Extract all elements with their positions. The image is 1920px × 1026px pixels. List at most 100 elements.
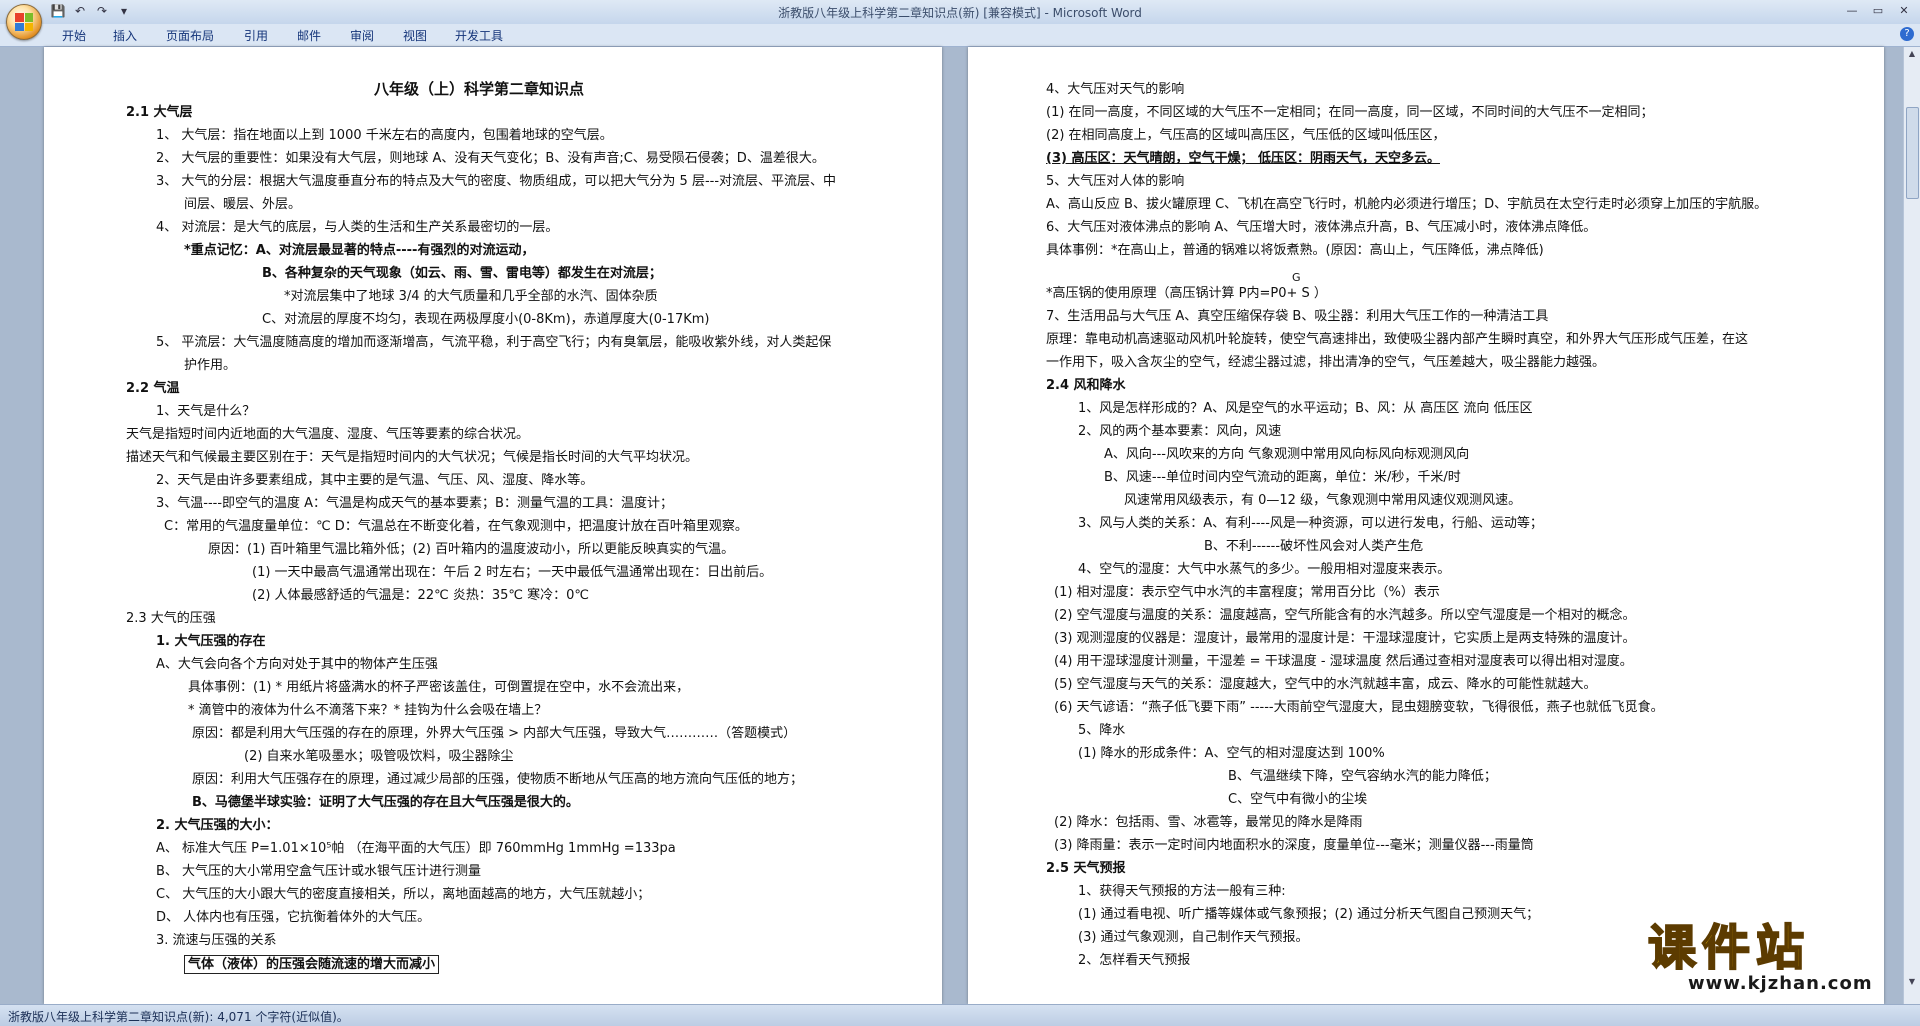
text-line: D、 人体内也有压强，它抗衡着体外的大气压。 [156, 910, 431, 925]
text-line: (2) 自来水笔吸墨水；吸管吸饮料，吸尘器除尘 [244, 749, 514, 764]
watermark-url: www.kjzhan.com [1688, 973, 1873, 994]
scroll-thumb[interactable] [1906, 107, 1919, 199]
tab-developer[interactable]: 开发工具 [455, 27, 503, 44]
tab-view[interactable]: 视图 [403, 27, 427, 44]
document-workspace: 八年级（上）科学第二章知识点 2.1 大气层 1、 大气层：指在地面以上到 10… [0, 47, 1920, 1004]
text-line: 原因：利用大气压强存在的原理，通过减少局部的压强，使物质不断地从气压高的地方流向… [192, 772, 804, 787]
text-line: B、气温继续下降，空气容纳水汽的能力降低； [1228, 769, 1497, 784]
text-line: 4、大气压对天气的影响 [1046, 82, 1185, 97]
tab-references[interactable]: 引用 [244, 27, 268, 44]
section-heading: 2.3 大气的压强 [126, 611, 216, 626]
document-page-right[interactable]: 4、大气压对天气的影响 (1) 在同一高度，不同区域的大气压不一定相同；在同一高… [968, 47, 1884, 1004]
site-watermark: 课件站 www.kjzhan.com [1647, 920, 1898, 995]
text-line: 3、气温----即空气的温度 A：气温是构成天气的基本要素；B：测量气温的工具：… [156, 496, 673, 511]
text-line: (1) 一天中最高气温通常出现在：午后 2 时左右；一天中最低气温通常出现在：日… [252, 565, 773, 580]
scroll-down-icon[interactable]: ▼ [1907, 977, 1917, 987]
text-line: A、风向---风吹来的方向 气象观测中常用风向标风向标观测风向 [1104, 447, 1470, 462]
text-line: 具体事例：(1) * 用纸片将盛满水的杯子严密该盖住，可倒置提在空中，水不会流出… [188, 680, 690, 695]
text-line: (4) 用干湿球湿度计测量，干湿差 = 干球温度 - 湿球温度 然后通过查相对湿… [1054, 654, 1633, 669]
section-heading: 2.5 天气预报 [1046, 861, 1126, 876]
text-line: (2) 人体最感舒适的气温是：22℃ 炎热：35℃ 寒冷：0℃ [252, 588, 589, 603]
text-line: C、 大气压的大小跟大气的密度直接相关，所以，离地面越高的地方，大气压就越小； [156, 887, 651, 902]
text-line: (3) 降雨量：表示一定时间内地面积水的深度，度量单位---毫米；测量仪器---… [1054, 838, 1534, 853]
text-line: 一作用下，吸入含灰尘的空气，经滤尘器过滤，排出清净的空气，气压差越大，吸尘器能力… [1046, 355, 1606, 370]
text-line: 3、 大气的分层：根据大气温度垂直分布的特点及大气的密度、物质组成，可以把大气分… [156, 174, 837, 189]
text-line: 7、生活用品与大气压 A、真空压缩保存袋 B、吸尘器：利用大气压工作的一种清洁工… [1046, 309, 1549, 324]
text-line: A、高山反应 B、拔火罐原理 C、飞机在高空飞行时，机舱内必须进行增压；D、宇航… [1046, 197, 1768, 212]
text-line: *重点记忆：A、对流层最显著的特点----有强烈的对流运动， [184, 243, 535, 258]
text-line: (6) 天气谚语：“燕子低飞要下雨” -----大雨前空气湿度大，昆虫翅膀变软，… [1054, 700, 1664, 715]
status-bar: 浙教版八年级上科学第二章知识点(新): 4,071 个字符(近似值)。 [0, 1004, 1920, 1026]
text-line: C、空气中有微小的尘埃 [1228, 792, 1368, 807]
text-line: (2) 在相同高度上，气压高的区域叫高压区，气压低的区域叫低压区， [1046, 128, 1446, 143]
text-line: A、 标准大气压 P=1.01×10⁵帕 （在海平面的大气压）即 760mmHg… [156, 841, 676, 856]
text-line: 5、大气压对人体的影响 [1046, 174, 1185, 189]
text-line: *对流层集中了地球 3/4 的大气质量和几乎全部的水汽、固体杂质 [284, 289, 658, 304]
text-line: 2、怎样看天气预报 [1078, 953, 1191, 968]
text-line: 6、大气压对液体沸点的影响 A、气压增大时，液体沸点升高，B、气压减小时，液体沸… [1046, 220, 1597, 235]
help-icon[interactable]: ? [1900, 27, 1914, 41]
section-heading: 2.2 气温 [126, 381, 180, 396]
text-line: 间层、暖层、外层。 [184, 197, 302, 212]
text-line: (1) 通过看电视、听广播等媒体或气象预报；(2) 通过分析天气图自己预测天气； [1078, 907, 1540, 922]
text-line: 3、风与人类的关系：A、有利----风是一种资源，可以进行发电，行船、运动等； [1078, 516, 1543, 531]
text-line: (3) 高压区：天气晴朗，空气干燥； 低压区：阴雨天气，天空多云。 [1046, 151, 1440, 166]
text-line: 2、 大气层的重要性：如果没有大气层，则地球 A、没有天气变化；B、没有声音;C… [156, 151, 825, 166]
formula-numerator: G [1292, 271, 1301, 284]
text-line: (1) 降水的形成条件：A、空气的相对湿度达到 100% [1078, 746, 1385, 761]
text-line: 天气是指短时间内近地面的大气温度、湿度、气压等要素的综合状况。 [126, 427, 530, 442]
text-line: C、对流层的厚度不均匀，表现在两极厚度小(0-8Km)，赤道厚度大(0-17Km… [262, 312, 710, 327]
office-logo-icon [15, 13, 33, 31]
watermark-logo-text: 课件站 [1647, 920, 1811, 976]
maximize-icon[interactable]: ▭ [1866, 2, 1890, 20]
window-title: 浙教版八年级上科学第二章知识点(新) [兼容模式] - Microsoft Wo… [778, 6, 1142, 20]
tab-home[interactable]: 开始 [62, 27, 86, 44]
office-button[interactable] [6, 4, 42, 40]
window-controls: — ▭ ✕ [1840, 2, 1916, 20]
status-text: 浙教版八年级上科学第二章知识点(新): 4,071 个字符(近似值)。 [8, 1010, 349, 1024]
text-line: *高压锅的使用原理（高压锅计算 P内=P0+ S ） [1046, 286, 1327, 301]
text-line: 1、 大气层：指在地面以上到 1000 千米左右的高度内，包围着地球的空气层。 [156, 128, 613, 143]
text-line: 风速常用风级表示，有 0—12 级，气象观测中常用风速仪观测风速。 [1124, 493, 1522, 508]
minimize-icon[interactable]: — [1840, 2, 1864, 20]
title-bar: 💾 ↶ ↷ ▾ 浙教版八年级上科学第二章知识点(新) [兼容模式] - Micr… [0, 0, 1920, 25]
section-heading: 2.4 风和降水 [1046, 378, 1126, 393]
scroll-up-icon[interactable]: ▲ [1907, 49, 1917, 59]
text-line: 5、降水 [1078, 723, 1126, 738]
text-line: * 滴管中的液体为什么不滴落下来？* 挂钩为什么会吸在墙上？ [188, 703, 548, 718]
tab-mailings[interactable]: 邮件 [297, 27, 321, 44]
text-line: 4、空气的湿度：大气中水蒸气的多少。一般用相对湿度来表示。 [1078, 562, 1451, 577]
text-line: B、马德堡半球实验：证明了大气压强的存在且大气压强是很大的。 [192, 795, 579, 810]
text-line: A、大气会向各个方向对处于其中的物体产生压强 [156, 657, 438, 672]
text-line: (1) 相对湿度：表示空气中水汽的丰富程度；常用百分比（%）表示 [1054, 585, 1440, 600]
document-title: 八年级（上）科学第二章知识点 [374, 80, 585, 98]
ribbon-tabs: 开始 插入 页面布局 引用 邮件 审阅 视图 开发工具 ? [0, 24, 1920, 47]
text-line: 5、 平流层：大气温度随高度的增加而逐渐增高，气流平稳，利于高空飞行；内有臭氧层… [156, 335, 832, 350]
text-line: 护作用。 [184, 358, 237, 373]
text-line: B、风速---单位时间内空气流动的距离，单位：米/秒，千米/时 [1104, 470, 1461, 485]
text-line: (1) 在同一高度，不同区域的大气压不一定相同；在同一高度，同一区域，不同时间的… [1046, 105, 1654, 120]
document-page-left[interactable]: 八年级（上）科学第二章知识点 2.1 大气层 1、 大气层：指在地面以上到 10… [44, 47, 942, 1004]
boxed-text-line: 气体（液体）的压强会随流速的增大而减小 [184, 955, 440, 974]
text-line: 2. 大气压强的大小： [156, 818, 279, 833]
text-line: 原因：(1) 百叶箱里气温比箱外低；(2) 百叶箱内的温度波动小，所以更能反映真… [208, 542, 735, 557]
text-line: 1、天气是什么？ [156, 404, 256, 419]
vertical-scrollbar[interactable]: ▲ ▼ [1903, 47, 1920, 1004]
text-line: B、不利------破坏性风会对人类产生危 [1204, 539, 1424, 554]
text-line: C：常用的气温度量单位：℃ D：气温总在不断变化着，在气象观测中，把温度计放在百… [164, 519, 748, 534]
text-line: (2) 空气湿度与温度的关系：温度越高，空气所能含有的水汽越多。所以空气湿度是一… [1054, 608, 1636, 623]
text-line: B、 大气压的大小常用空盒气压计或水银气压计进行测量 [156, 864, 482, 879]
text-line: 1. 大气压强的存在 [156, 634, 266, 649]
tab-review[interactable]: 审阅 [350, 27, 374, 44]
tab-insert[interactable]: 插入 [113, 27, 137, 44]
text-line: 2、天气是由许多要素组成，其中主要的是气温、气压、风、湿度、降水等。 [156, 473, 594, 488]
text-line: (3) 通过气象观测，自己制作天气预报。 [1078, 930, 1309, 945]
close-icon[interactable]: ✕ [1892, 2, 1916, 20]
text-line: B、各种复杂的天气现象（如云、雨、雪、雷电等）都发生在对流层； [262, 266, 662, 281]
text-line: (3) 观测湿度的仪器是：湿度计，最常用的湿度计是：干湿球湿度计，它实质上是两支… [1054, 631, 1636, 646]
section-heading: 2.1 大气层 [126, 105, 193, 120]
tab-page-layout[interactable]: 页面布局 [166, 27, 214, 44]
text-line: 1、风是怎样形成的？A、风是空气的水平运动；B、风：从 高压区 流向 低压区 [1078, 401, 1533, 416]
text-line: 4、 对流层：是大气的底层，与人类的生活和生产关系最密切的一层。 [156, 220, 559, 235]
text-line: (5) 空气湿度与天气的关系：湿度越大，空气中的水汽就越丰富，成云、降水的可能性… [1054, 677, 1597, 692]
